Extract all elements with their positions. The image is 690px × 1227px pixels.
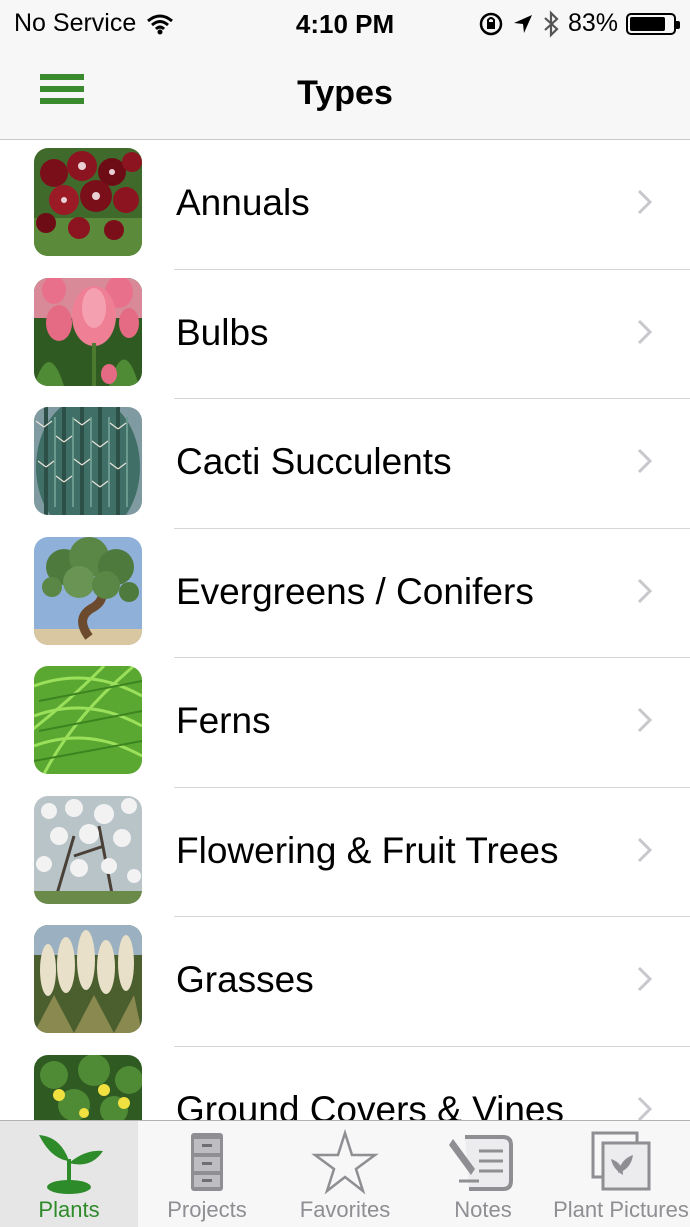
list-item-label: Grasses <box>176 959 314 1000</box>
pampas-grass-thumbnail <box>34 925 142 1033</box>
tab-notes[interactable]: Notes <box>414 1121 552 1227</box>
cactus-thumbnail <box>34 407 142 515</box>
tab-label: Plants <box>38 1197 100 1222</box>
tab-label: Notes <box>454 1197 512 1222</box>
list-item-cacti-succulents[interactable]: Cacti Succulents <box>0 399 690 529</box>
chevron-right-icon <box>637 578 653 603</box>
tab-plant-pictures[interactable]: Plant Pictures <box>552 1121 690 1227</box>
fern-thumbnail <box>34 666 142 774</box>
types-list[interactable]: Annuals Bulbs Cacti Succulents Evergreen… <box>0 140 690 1120</box>
chevron-right-icon <box>637 707 653 733</box>
chevron-right-icon <box>637 1096 653 1120</box>
list-item-bulbs[interactable]: Bulbs <box>0 270 690 399</box>
tab-plants[interactable]: Plants <box>0 1121 138 1227</box>
list-item-label: Ferns <box>176 700 271 741</box>
navigation-bar: Types <box>0 48 690 140</box>
bluetooth-icon <box>544 9 559 38</box>
blossom-tree-thumbnail <box>34 795 142 904</box>
sprout-icon <box>39 1135 103 1194</box>
list-item-label: Cacti Succulents <box>176 441 452 482</box>
tab-favorites[interactable]: Favorites <box>276 1121 414 1227</box>
tulips-thumbnail <box>34 277 142 386</box>
battery-percent: 83% <box>567 9 618 37</box>
tab-bar: Plants Projects Favorites Notes Plant Pi… <box>0 1120 690 1227</box>
red-flowers-thumbnail <box>34 148 142 256</box>
tab-label: Favorites <box>299 1197 391 1222</box>
tab-label: Plant Pictures <box>553 1197 689 1222</box>
chevron-right-icon <box>637 837 653 862</box>
list-item-label: Evergreens / Conifers <box>176 570 534 612</box>
chevron-right-icon <box>637 966 653 992</box>
rotation-lock-icon <box>479 12 503 35</box>
list-item-label: Ground Covers & Vines <box>176 1088 565 1121</box>
list-item-flowering-fruit-trees[interactable]: Flowering & Fruit Trees <box>0 788 690 917</box>
chevron-right-icon <box>637 319 653 344</box>
conifer-tree-thumbnail <box>34 536 142 645</box>
list-item-ferns[interactable]: Ferns <box>0 658 690 788</box>
tab-label: Projects <box>167 1197 247 1222</box>
list-item-annuals[interactable]: Annuals <box>0 140 690 270</box>
battery-icon <box>626 12 680 35</box>
pictures-icon <box>591 1131 651 1191</box>
list-item-label: Bulbs <box>176 311 269 353</box>
chevron-right-icon <box>637 189 653 215</box>
battery-level <box>630 16 665 31</box>
list-item-label: Annuals <box>176 182 310 223</box>
list-item-label: Flowering & Fruit Trees <box>176 829 559 871</box>
location-arrow-icon <box>513 14 532 33</box>
list-item-evergreens-conifers[interactable]: Evergreens / Conifers <box>0 529 690 658</box>
page-title: Types <box>297 74 393 112</box>
list-item-grasses[interactable]: Grasses <box>0 917 690 1047</box>
tab-projects[interactable]: Projects <box>138 1121 276 1227</box>
chevron-right-icon <box>637 448 653 474</box>
notes-icon <box>449 1135 513 1191</box>
star-icon <box>311 1129 379 1195</box>
status-right: 83% <box>478 9 680 38</box>
status-bar: No Service 4:10 PM 83% <box>0 0 690 48</box>
ground-cover-thumbnail <box>34 1054 142 1120</box>
list-item-ground-covers-vines[interactable]: Ground Covers & Vines <box>0 1047 690 1121</box>
file-cabinet-icon <box>191 1133 223 1191</box>
